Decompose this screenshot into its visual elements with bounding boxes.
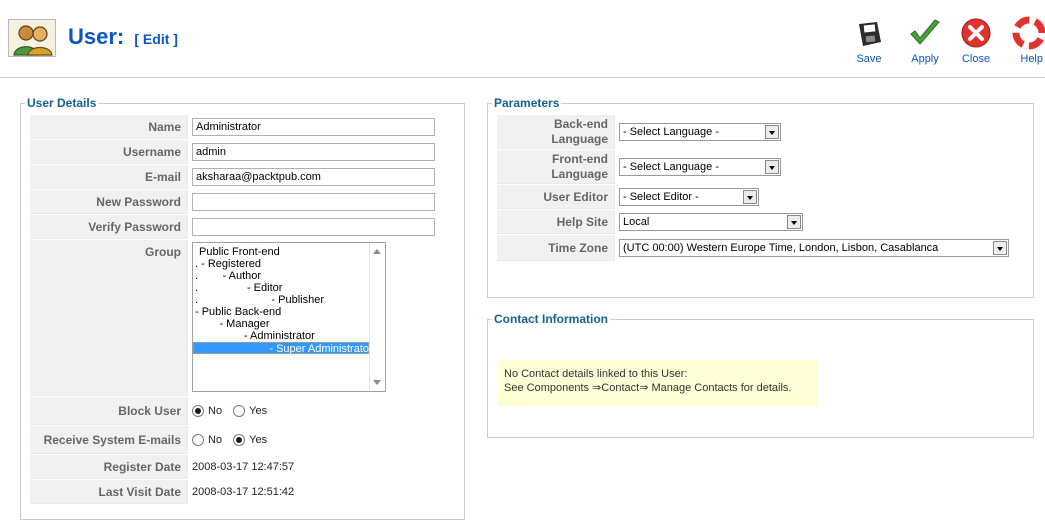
page-title: User: [ Edit ] [68,24,178,50]
last-visit-label: Last Visit Date [30,480,188,504]
name-label: Name [30,115,188,139]
register-date-value: 2008-03-17 12:47:57 [192,461,295,473]
group-label: Group [30,240,188,396]
group-listbox[interactable]: Public Front-end . - Registered . - Auth… [192,242,386,392]
time-zone-value: (UTC 00:00) Western Europe Time, London,… [623,242,939,254]
parameters-panel: Parameters Back-end Language - Select La… [487,96,1034,298]
last-visit-value: 2008-03-17 12:51:42 [192,486,295,498]
contact-information-legend: Contact Information [494,312,608,326]
username-label: Username [30,140,188,164]
help-site-select[interactable]: Local [619,213,803,231]
close-button[interactable]: Close [951,16,1001,74]
user-editor-label: User Editor [497,185,615,209]
backend-language-select[interactable]: - Select Language - [619,123,781,141]
help-button-label: Help [1020,53,1043,65]
group-option[interactable]: . - Publisher [193,294,385,306]
new-password-label: New Password [30,190,188,214]
group-listbox-scrollbar[interactable] [369,243,385,391]
receive-emails-yes-label: Yes [249,434,268,447]
block-user-yes-radio[interactable] [233,405,246,418]
page-title-text: User: [68,24,125,49]
help-site-label: Help Site [497,210,615,234]
close-icon [956,16,996,52]
contact-information-panel: Contact Information No Contact details l… [487,312,1034,438]
contact-notice-line1: No Contact details linked to this User: [504,368,688,380]
chevron-down-icon[interactable] [993,241,1007,255]
backend-language-label-line1: Back-end [553,116,608,131]
apply-button[interactable]: Apply [900,16,950,74]
chevron-down-icon[interactable] [765,160,779,174]
parameters-table: Back-end Language - Select Language - Fr… [496,114,1013,262]
group-option[interactable]: . - Registered [193,258,385,270]
chevron-down-icon[interactable] [765,125,779,139]
email-label: E-mail [30,165,188,189]
contact-notice: No Contact details linked to this User: … [498,360,818,406]
users-icon [8,19,56,57]
help-button[interactable]: Help [1006,16,1045,74]
receive-emails-no-label: No [208,434,223,447]
close-button-label: Close [961,53,991,65]
user-editor-value: - Select Editor - [623,191,699,203]
receive-emails-no-radio[interactable] [192,434,204,447]
scroll-down-icon[interactable] [373,380,381,385]
block-user-no-radio[interactable] [192,405,204,418]
user-details-table: Name Username E-mail New Password Verify… [29,114,439,505]
group-option[interactable]: Public Front-end [193,246,385,258]
verify-password-field[interactable] [192,218,435,236]
scroll-up-icon[interactable] [373,249,381,254]
user-details-panel: User Details Name Username E-mail New Pa… [20,96,465,520]
save-button[interactable]: Save [844,16,894,74]
time-zone-label: Time Zone [497,235,615,261]
group-option[interactable]: . - Editor [193,282,385,294]
group-option[interactable]: - Public Back-end [193,306,385,318]
help-icon [1006,16,1045,52]
group-option-selected[interactable]: - Super Administrator [193,342,373,355]
save-button-label: Save [856,53,882,65]
save-icon [849,16,889,52]
group-option[interactable]: . - Author [193,270,385,282]
receive-emails-yes-radio[interactable] [233,434,246,447]
user-editor-select[interactable]: - Select Editor - [619,188,759,206]
backend-language-value: - Select Language - [623,126,720,138]
username-field[interactable] [192,143,435,161]
toolbar-header: User: [ Edit ] Save Apply Close Help [0,0,1045,78]
contact-notice-line2: See Components ⇒Contact⇒ Manage Contacts… [504,382,792,394]
group-option[interactable]: - Administrator [193,330,385,342]
backend-language-label-line2: Language [551,131,608,146]
block-user-no-label: No [208,405,223,418]
chevron-down-icon[interactable] [743,190,757,204]
user-details-legend: User Details [27,96,97,110]
parameters-legend: Parameters [494,96,560,110]
apply-button-label: Apply [911,53,939,65]
page-subtitle: [ Edit ] [134,31,178,47]
frontend-language-value: - Select Language - [623,161,720,173]
email-field[interactable] [192,168,435,186]
group-option[interactable]: - Manager [193,318,385,330]
apply-icon [905,16,945,52]
block-user-label: Block User [30,397,188,425]
name-field[interactable] [192,118,435,136]
help-site-value: Local [623,216,650,228]
backend-language-label: Back-end Language [497,115,615,149]
verify-password-label: Verify Password [30,215,188,239]
receive-emails-label: Receive System E-mails [30,426,188,454]
frontend-language-label-line1: Front-end [552,151,608,166]
register-date-label: Register Date [30,455,188,479]
frontend-language-label-line2: Language [551,166,608,181]
new-password-field[interactable] [192,193,435,211]
chevron-down-icon[interactable] [787,215,801,229]
frontend-language-select[interactable]: - Select Language - [619,158,781,176]
frontend-language-label: Front-end Language [497,150,615,184]
time-zone-select[interactable]: (UTC 00:00) Western Europe Time, London,… [619,239,1009,257]
block-user-yes-label: Yes [249,405,268,418]
